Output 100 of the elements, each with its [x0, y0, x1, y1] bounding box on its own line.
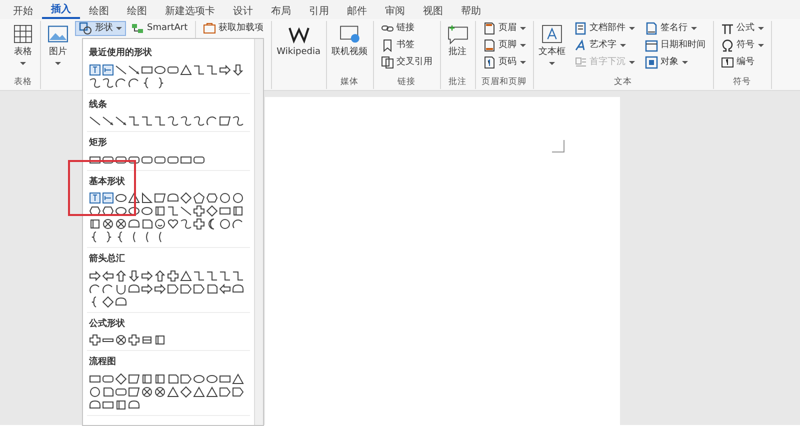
ribbon-tab[interactable]: 审阅 — [376, 3, 414, 19]
dropdown-button[interactable]: 符号 — [718, 38, 767, 53]
shape-icon[interactable] — [154, 218, 166, 230]
ribbon-button[interactable]: 书签 — [378, 38, 436, 53]
shape-icon[interactable] — [219, 64, 231, 76]
shape-icon[interactable] — [115, 205, 127, 217]
shape-icon[interactable] — [232, 64, 244, 76]
shape-icon[interactable] — [128, 115, 140, 127]
shape-icon[interactable] — [102, 64, 114, 76]
shape-icon[interactable] — [180, 192, 192, 204]
shape-icon[interactable] — [115, 218, 127, 230]
shape-icon[interactable] — [154, 64, 166, 76]
dropdown-button[interactable]: 艺术字 — [570, 38, 638, 53]
shape-icon[interactable] — [115, 296, 127, 308]
ribbon-button[interactable]: 批注 — [444, 21, 471, 76]
ribbon-button[interactable]: 日期和时间 — [642, 38, 709, 53]
shape-icon[interactable] — [219, 270, 231, 282]
ribbon-tab[interactable]: 设计 — [224, 3, 262, 19]
ribbon-tab[interactable]: 引用 — [300, 3, 338, 19]
shape-icon[interactable] — [180, 205, 192, 217]
shape-icon[interactable] — [193, 115, 205, 127]
shape-icon[interactable] — [154, 372, 166, 384]
shape-icon[interactable] — [193, 386, 205, 398]
shape-icon[interactable] — [167, 154, 179, 166]
shape-icon[interactable] — [167, 270, 179, 282]
shape-icon[interactable] — [128, 398, 140, 410]
shape-icon[interactable] — [232, 205, 244, 217]
shape-icon[interactable] — [154, 205, 166, 217]
shape-icon[interactable] — [206, 386, 218, 398]
shape-icon[interactable] — [89, 270, 101, 282]
shape-icon[interactable] — [128, 282, 140, 294]
shape-icon[interactable] — [219, 386, 231, 398]
shape-icon[interactable] — [219, 282, 231, 294]
ribbon-button[interactable]: SmartArt — [128, 21, 191, 36]
shape-icon[interactable] — [206, 115, 218, 127]
dropdown-button[interactable]: 对象 — [642, 55, 709, 70]
shape-icon[interactable] — [141, 192, 153, 204]
shape-icon[interactable] — [206, 205, 218, 217]
shape-icon[interactable] — [128, 386, 140, 398]
shape-icon[interactable] — [167, 205, 179, 217]
shape-icon[interactable] — [141, 64, 153, 76]
shape-icon[interactable] — [180, 115, 192, 127]
shape-icon[interactable] — [180, 282, 192, 294]
dropdown-button[interactable]: 公式 — [718, 21, 767, 36]
shape-icon[interactable] — [102, 192, 114, 204]
shape-icon[interactable] — [206, 64, 218, 76]
shape-icon[interactable] — [115, 115, 127, 127]
shape-icon[interactable] — [102, 205, 114, 217]
shape-icon[interactable] — [102, 386, 114, 398]
shape-icon[interactable] — [128, 76, 140, 88]
shape-icon[interactable] — [128, 205, 140, 217]
ribbon-tab[interactable]: 帮助 — [452, 3, 490, 19]
shape-icon[interactable] — [167, 64, 179, 76]
shape-icon[interactable] — [141, 386, 153, 398]
shape-icon[interactable] — [141, 154, 153, 166]
shape-icon[interactable] — [128, 270, 140, 282]
dropdown-button[interactable]: 图片 — [45, 21, 71, 76]
dropdown-button[interactable]: 页脚 — [480, 38, 529, 53]
shape-icon[interactable] — [115, 282, 127, 294]
shape-icon[interactable] — [167, 282, 179, 294]
shape-icon[interactable] — [167, 386, 179, 398]
shape-icon[interactable] — [89, 334, 101, 346]
shape-icon[interactable] — [115, 334, 127, 346]
shape-icon[interactable] — [193, 218, 205, 230]
shape-icon[interactable] — [219, 192, 231, 204]
shape-icon[interactable] — [232, 192, 244, 204]
shape-icon[interactable] — [232, 372, 244, 384]
shape-icon[interactable] — [154, 282, 166, 294]
shape-icon[interactable] — [232, 115, 244, 127]
ribbon-button[interactable]: 联机视频 — [330, 21, 369, 76]
ribbon-tab[interactable]: 邮件 — [338, 3, 376, 19]
shape-icon[interactable] — [141, 115, 153, 127]
shape-icon[interactable] — [89, 282, 101, 294]
shape-icon[interactable] — [232, 386, 244, 398]
shape-icon[interactable] — [193, 154, 205, 166]
shape-icon[interactable] — [232, 270, 244, 282]
shape-icon[interactable] — [102, 270, 114, 282]
shape-icon[interactable] — [206, 192, 218, 204]
shape-icon[interactable] — [206, 270, 218, 282]
shape-icon[interactable] — [128, 218, 140, 230]
shape-icon[interactable] — [141, 270, 153, 282]
dropdown-button[interactable]: 页码 — [480, 55, 529, 70]
shape-icon[interactable] — [102, 296, 114, 308]
shape-icon[interactable] — [89, 398, 101, 410]
shape-icon[interactable] — [102, 76, 114, 88]
shape-icon[interactable] — [141, 334, 153, 346]
shape-icon[interactable] — [128, 334, 140, 346]
shape-icon[interactable] — [193, 282, 205, 294]
shape-icon[interactable] — [89, 64, 101, 76]
shape-icon[interactable] — [115, 386, 127, 398]
shape-icon[interactable] — [141, 372, 153, 384]
ribbon-button[interactable]: Wikipedia — [276, 21, 322, 76]
shape-icon[interactable] — [232, 218, 244, 230]
shape-icon[interactable] — [154, 192, 166, 204]
shape-icon[interactable] — [128, 372, 140, 384]
shape-icon[interactable] — [128, 64, 140, 76]
dropdown-button[interactable]: 形状 — [75, 21, 126, 36]
shape-icon[interactable] — [89, 386, 101, 398]
shape-icon[interactable] — [154, 386, 166, 398]
shape-icon[interactable] — [128, 192, 140, 204]
